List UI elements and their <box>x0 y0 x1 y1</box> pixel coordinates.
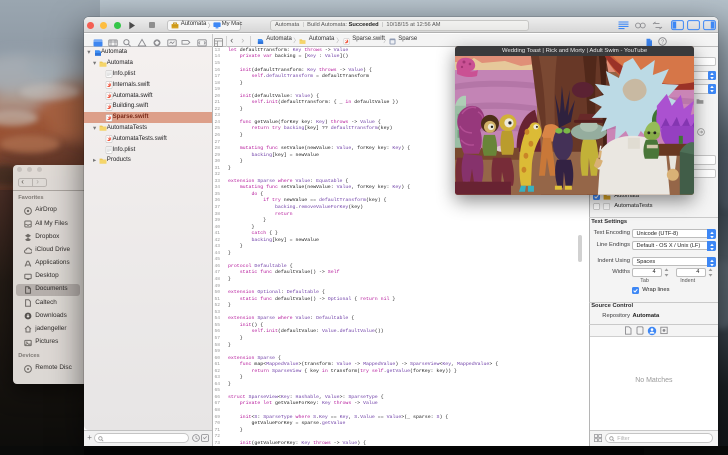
svg-text:?: ? <box>661 40 664 46</box>
